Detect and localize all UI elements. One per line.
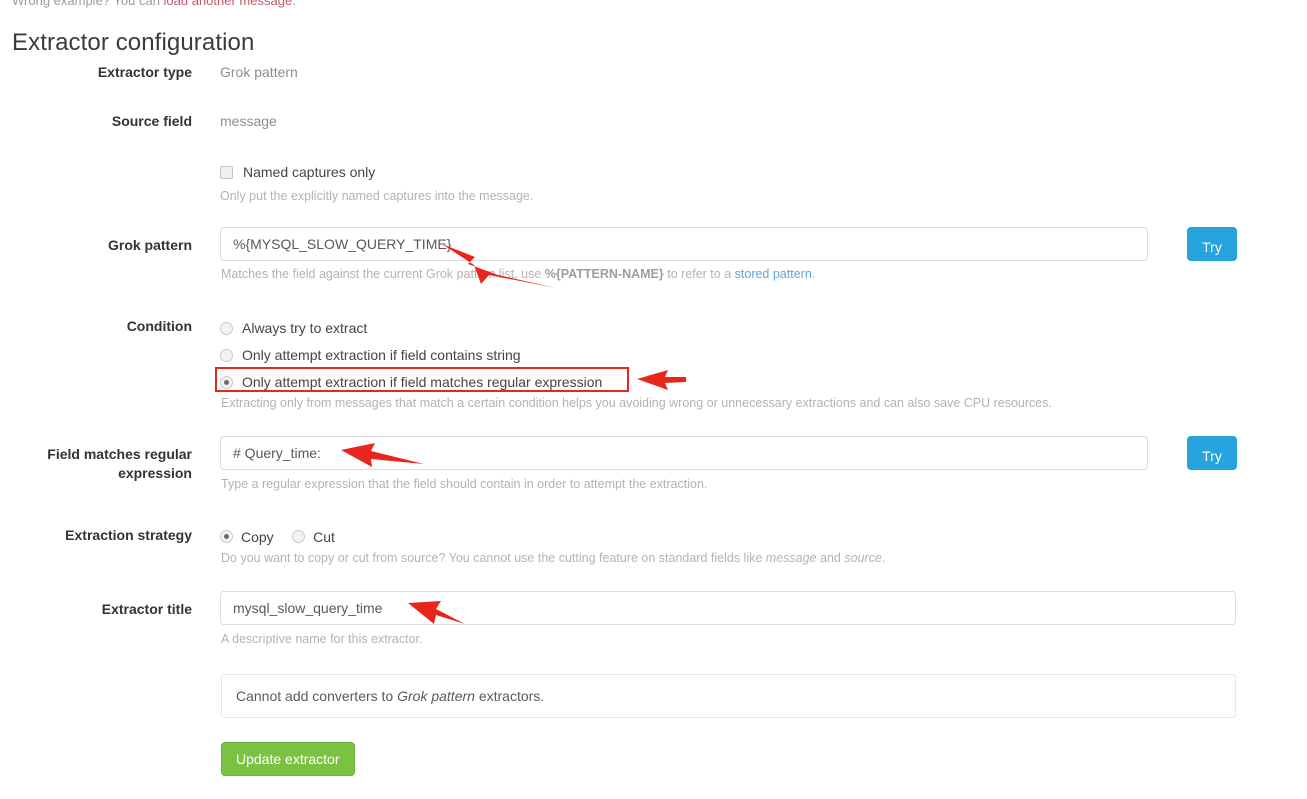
named-captures-help: Only put the explicitly named captures i… [220,189,534,203]
extraction-strategy-help: Do you want to copy or cut from source? … [221,550,885,567]
extraction-strategy-option-copy[interactable]: Copy [220,526,274,546]
extraction-strategy-option-copy-label: Copy [241,529,274,545]
update-extractor-button[interactable]: Update extractor [221,742,355,776]
radio-matches-regex-icon[interactable] [220,376,233,389]
partial-notice-suffix: . [292,0,296,8]
grok-pattern-try-button[interactable]: Try [1187,227,1237,261]
named-captures-label: Named captures only [243,164,376,180]
condition-option-matches-regex-label: Only attempt extraction if field matches… [242,374,603,390]
named-captures-checkbox-row[interactable]: Named captures only [220,162,920,182]
condition-option-contains-string-label: Only attempt extraction if field contain… [242,347,521,363]
radio-always-try-icon[interactable] [220,322,233,335]
extractor-title-input[interactable] [220,591,1236,625]
converters-notice-grok: Grok pattern [397,688,475,704]
grok-help-before: Matches the field against the current Gr… [221,267,545,281]
page-title: Extractor configuration [12,29,255,56]
grok-help-after: . [811,267,816,281]
converters-notice-text: Cannot add converters to Grok pattern ex… [236,687,544,706]
extraction-help-message: message [765,551,817,565]
field-matches-regex-label-line1: Field matches regular [47,446,192,462]
grok-pattern-label: Grok pattern [107,237,192,253]
condition-help: Extracting only from messages that match… [221,396,1052,410]
extractor-type-value: Grok pattern [220,64,298,80]
partial-notice-prefix: Wrong example? You can [12,0,164,8]
grok-help-pattern-name: %{PATTERN-NAME} [544,267,664,281]
condition-option-always[interactable]: Always try to extract [220,317,1020,344]
extraction-strategy-option-cut[interactable]: Cut [292,526,335,546]
partial-notice-top: Wrong example? You can load another mess… [12,0,296,8]
condition-option-contains-string[interactable]: Only attempt extraction if field contain… [220,344,1020,371]
extractor-configuration-page: Wrong example? You can load another mess… [0,0,1307,799]
named-captures-checkbox[interactable] [220,166,233,179]
field-matches-regex-label: Field matches regular expression [0,445,192,483]
field-matches-regex-try-button[interactable]: Try [1187,436,1237,470]
extraction-help-after: . [881,551,886,565]
stored-pattern-link[interactable]: stored pattern [735,267,812,281]
extraction-strategy-option-cut-label: Cut [313,529,335,545]
condition-option-matches-regex[interactable]: Only attempt extraction if field matches… [220,371,1020,398]
field-matches-regex-help: Type a regular expression that the field… [221,477,708,491]
radio-contains-string-icon[interactable] [220,349,233,362]
source-field-label: Source field [111,113,192,129]
condition-label: Condition [126,318,192,334]
extraction-help-middle: and [816,551,845,565]
field-matches-regex-label-line2: expression [118,465,192,481]
grok-help-middle: to refer to a [663,267,735,281]
converters-notice-before: Cannot add converters to [236,688,398,704]
converters-notice-after: extractors. [474,688,545,704]
load-another-message-link[interactable]: load another message [164,0,293,8]
grok-pattern-input[interactable] [220,227,1148,261]
extraction-help-before: Do you want to copy or cut from source? … [221,551,766,565]
extraction-help-source: source [844,551,882,565]
extractor-type-label: Extractor type [97,64,192,80]
condition-option-always-label: Always try to extract [242,320,368,336]
field-matches-regex-input[interactable] [220,436,1148,470]
converters-notice-box: Cannot add converters to Grok pattern ex… [221,674,1236,718]
grok-pattern-help: Matches the field against the current Gr… [221,266,815,283]
extractor-title-label: Extractor title [101,601,192,617]
extraction-strategy-label: Extraction strategy [65,527,192,543]
extractor-title-help: A descriptive name for this extractor. [221,632,423,646]
source-field-value: message [220,113,277,129]
